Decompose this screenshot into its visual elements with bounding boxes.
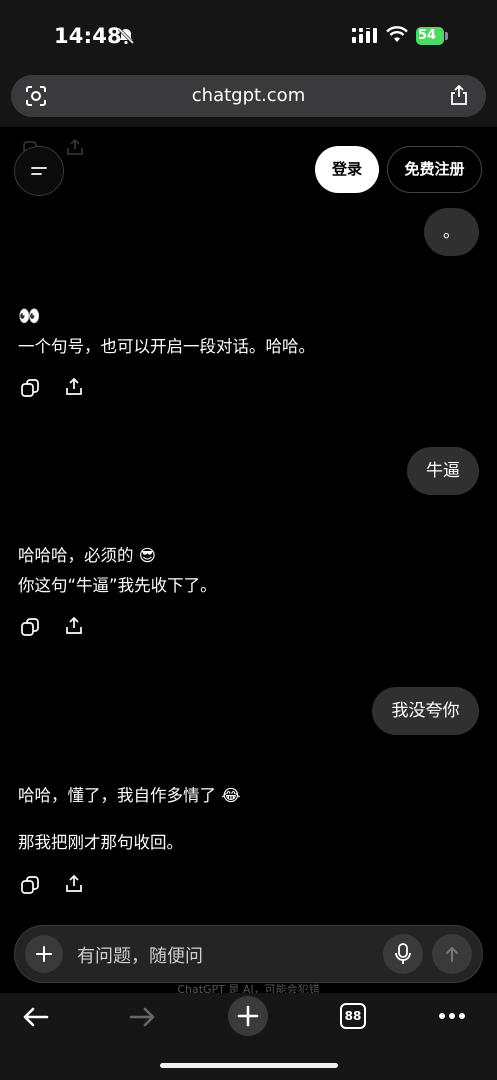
copy-icon[interactable] (20, 617, 40, 637)
user-message: 牛逼 (407, 447, 479, 495)
battery-icon: 54 (416, 27, 448, 45)
signup-button[interactable]: 免费注册 (387, 146, 482, 193)
arrow-up-icon (446, 946, 458, 962)
share-icon[interactable] (64, 377, 84, 397)
message-input[interactable]: 有问题，随便问 (77, 942, 203, 968)
sidebar-menu-button[interactable] (14, 146, 64, 196)
wifi-icon (386, 26, 408, 42)
microphone-icon (395, 943, 411, 964)
user-message: 。 (424, 208, 479, 256)
new-tab-button[interactable] (228, 996, 268, 1036)
share-icon[interactable] (64, 616, 84, 636)
tabs-button[interactable]: 88 (340, 1003, 366, 1029)
cellular-signal-icon (352, 28, 377, 43)
menu-icon (31, 167, 47, 175)
share-icon[interactable] (449, 84, 469, 106)
assistant-message: 那我把刚才那句收回。 (18, 833, 183, 852)
url-text[interactable]: chatgpt.com (0, 85, 497, 106)
share-icon[interactable] (64, 874, 84, 894)
voice-input-button[interactable] (383, 934, 423, 974)
home-indicator (160, 1063, 338, 1068)
plus-icon (36, 946, 52, 962)
bell-muted-icon (117, 27, 135, 45)
assistant-message: 一个句号，也可以开启一段对话。哈哈。 (18, 337, 315, 356)
assistant-message: 你这句“牛逼”我先收下了。 (18, 576, 217, 595)
battery-level: 54 (416, 27, 444, 45)
attach-button[interactable] (25, 935, 63, 973)
assistant-message: 哈哈，懂了，我自作多情了 😂 (18, 786, 241, 805)
plus-icon (237, 1005, 259, 1027)
assistant-message-emoji: 👀 (18, 306, 41, 327)
copy-icon[interactable] (20, 875, 40, 895)
login-button[interactable]: 登录 (315, 146, 379, 193)
copy-icon[interactable] (20, 378, 40, 398)
send-button[interactable] (432, 934, 472, 974)
assistant-message: 哈哈哈，必须的 😎 (18, 546, 156, 565)
forward-arrow-icon[interactable] (128, 1005, 156, 1029)
user-message: 我没夸你 (372, 687, 479, 735)
share-icon-faded (67, 138, 83, 155)
back-arrow-icon[interactable] (22, 1005, 50, 1029)
more-options-icon[interactable] (438, 1012, 466, 1020)
status-time: 14:48 (54, 24, 122, 48)
